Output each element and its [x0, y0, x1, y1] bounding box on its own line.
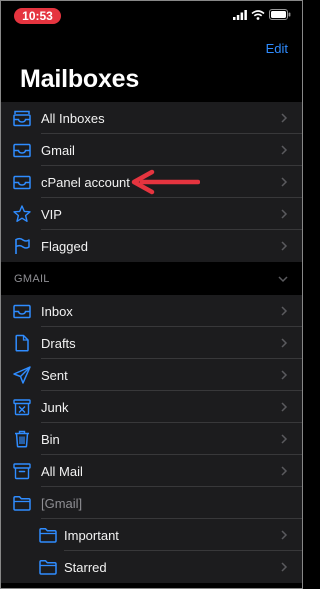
mailbox-all-mail[interactable]: All Mail — [1, 455, 302, 487]
archive-box-icon — [13, 463, 31, 480]
mailbox-junk[interactable]: Junk — [1, 391, 302, 423]
mailbox-label: Starred — [64, 559, 107, 575]
folder-icon — [13, 496, 31, 511]
mailbox-gmail[interactable]: Gmail — [1, 134, 302, 166]
section-title: GMAIL — [14, 273, 50, 285]
chevron-right-icon — [281, 241, 288, 251]
edit-button[interactable]: Edit — [266, 41, 288, 56]
chevron-right-icon — [281, 209, 288, 219]
chevron-right-icon — [281, 177, 288, 187]
mailbox-label: [Gmail] — [41, 495, 83, 511]
mailbox-vip[interactable]: VIP — [1, 198, 302, 230]
mailbox-important[interactable]: Important — [1, 519, 302, 551]
gmail-mailboxes-list: Inbox Drafts Sent Junk Bin All Mail [Gma… — [1, 295, 302, 583]
chevron-right-icon — [281, 370, 288, 380]
mailbox-label: Bin — [41, 431, 60, 447]
inbox-icon — [13, 143, 31, 158]
mailbox-label: Drafts — [41, 335, 76, 351]
mailbox-label: All Mail — [41, 463, 83, 479]
mailbox-label: cPanel account — [41, 174, 130, 190]
status-icons — [233, 9, 291, 20]
mailbox-label: Important — [64, 527, 119, 543]
mailbox-label: Junk — [41, 399, 69, 415]
inbox-stack-icon — [13, 110, 31, 127]
mailbox-label: Flagged — [41, 238, 88, 254]
flag-icon — [15, 237, 30, 254]
signal-icon — [233, 9, 247, 20]
inbox-icon — [13, 304, 31, 319]
paper-plane-icon — [13, 366, 31, 384]
status-time: 10:53 — [14, 8, 61, 24]
battery-icon — [269, 9, 291, 20]
inbox-icon — [13, 175, 31, 190]
star-icon — [13, 205, 31, 222]
chevron-down-icon — [278, 276, 288, 283]
annotation-arrow-icon — [131, 169, 200, 195]
mailbox-all-inboxes[interactable]: All Inboxes — [1, 102, 302, 134]
mailbox-label: VIP — [41, 206, 62, 222]
mailbox-gmail-folder[interactable]: [Gmail] — [1, 487, 302, 519]
mailbox-label: Inbox — [41, 303, 73, 319]
page-title: Mailboxes — [20, 65, 140, 93]
status-bar: 10:53 — [0, 0, 303, 30]
mailbox-inbox[interactable]: Inbox — [1, 295, 302, 327]
mailbox-label: Gmail — [41, 142, 75, 158]
mailbox-label: Sent — [41, 367, 68, 383]
chevron-right-icon — [281, 306, 288, 316]
mailbox-drafts[interactable]: Drafts — [1, 327, 302, 359]
wifi-icon — [251, 9, 265, 20]
mailbox-sent[interactable]: Sent — [1, 359, 302, 391]
document-icon — [15, 334, 29, 352]
chevron-right-icon — [281, 145, 288, 155]
folder-icon — [39, 560, 57, 575]
chevron-right-icon — [281, 466, 288, 476]
mailbox-flagged[interactable]: Flagged — [1, 230, 302, 262]
chevron-right-icon — [281, 434, 288, 444]
mailbox-bin[interactable]: Bin — [1, 423, 302, 455]
junk-bin-icon — [13, 399, 31, 416]
folder-icon — [39, 528, 57, 543]
chevron-right-icon — [281, 530, 288, 540]
trash-icon — [15, 430, 29, 448]
mailbox-starred[interactable]: Starred — [1, 551, 302, 583]
chevron-right-icon — [281, 562, 288, 572]
gmail-section-header[interactable]: GMAIL — [1, 263, 302, 295]
mailbox-label: All Inboxes — [41, 110, 105, 126]
chevron-right-icon — [281, 338, 288, 348]
chevron-right-icon — [281, 113, 288, 123]
chevron-right-icon — [281, 402, 288, 412]
